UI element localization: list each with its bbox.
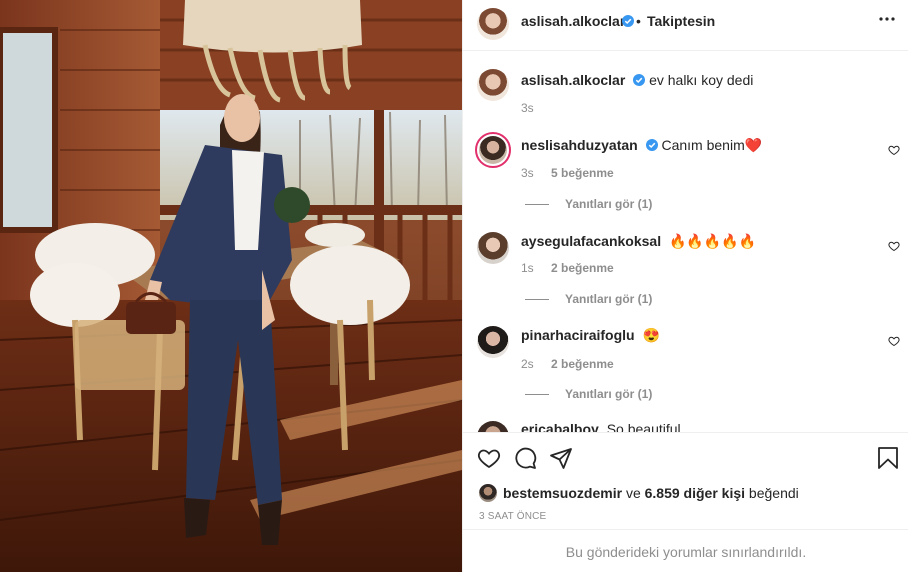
commenter-avatar[interactable]	[477, 326, 509, 358]
comment-time[interactable]: 1s	[521, 261, 534, 275]
comment-time[interactable]: 2s	[521, 357, 534, 371]
likes-connector: ve	[625, 485, 641, 501]
caption-username[interactable]: aslisah.alkoclar	[521, 72, 625, 88]
caption-text: ev halkı koy dedi	[649, 72, 754, 88]
replies-line	[525, 204, 549, 206]
comment-likes[interactable]: 2 beğenme	[551, 357, 614, 371]
header-separator: •	[636, 13, 641, 29]
comment-line: neslisahduzyatan Canım benim❤️	[521, 137, 762, 154]
likes-summary: bestemsuozdemir ve 6.859 diğer kişi beğe…	[503, 485, 799, 501]
liker-username[interactable]: bestemsuozdemir	[503, 485, 622, 501]
post-photo[interactable]	[0, 0, 462, 572]
comment-like-heart-icon[interactable]	[888, 144, 900, 156]
comment-username[interactable]: neslisahduzyatan	[521, 137, 638, 153]
comment-like-heart-icon[interactable]	[888, 240, 900, 252]
verified-badge-icon	[633, 74, 646, 86]
heart-icon[interactable]	[477, 446, 501, 470]
comments-limited-notice: Bu gönderideki yorumlar sınırlandırıldı.	[463, 529, 908, 572]
comment-likes[interactable]: 2 beğenme	[551, 261, 614, 275]
commenter-avatar[interactable]	[475, 132, 511, 168]
comment-text: 🔥🔥🔥🔥🔥	[668, 233, 757, 249]
comment-meta: 3s 5 beğenme	[521, 166, 614, 180]
comment-likes[interactable]: 5 beğenme	[551, 166, 614, 180]
liker-avatar[interactable]	[479, 484, 497, 502]
comment-line: aysegulafacankoksal 🔥🔥🔥🔥🔥	[521, 233, 756, 250]
owner-username[interactable]: aslisah.alkoclar	[521, 13, 625, 29]
comment-username[interactable]: aysegulafacankoksal	[521, 233, 661, 249]
likes-suffix: beğendi	[748, 485, 799, 501]
comment-meta: 1s 2 beğenme	[521, 261, 614, 275]
comment-icon[interactable]	[513, 446, 537, 470]
follow-status[interactable]: Takiptesin	[647, 13, 715, 29]
likes-count[interactable]: 6.859 diğer kişi	[645, 485, 745, 501]
caption-time[interactable]: 3s	[521, 101, 534, 115]
comment-text: 😍	[642, 327, 660, 343]
caption-line: aslisah.alkoclar ev halkı koy dedi	[521, 72, 753, 88]
post-header: aslisah.alkoclar • Takiptesin	[463, 0, 908, 51]
commenter-avatar[interactable]	[477, 232, 509, 264]
comment-meta: 2s 2 beğenme	[521, 357, 614, 371]
comments-list[interactable]: aslisah.alkoclar ev halkı koy dedi 3s ne…	[463, 52, 908, 432]
ellipsis-icon[interactable]	[879, 17, 895, 21]
view-replies-button[interactable]: Yanıtları gör (1)	[525, 197, 652, 211]
post-time[interactable]: 3 SAAT ÖNCE	[479, 511, 546, 522]
paper-plane-icon[interactable]	[549, 446, 573, 470]
caption-avatar[interactable]	[477, 69, 509, 101]
comment-text: Canım benim❤️	[661, 137, 763, 153]
replies-line	[525, 299, 549, 301]
view-replies-button[interactable]: Yanıtları gör (1)	[525, 387, 652, 401]
comment-text: So beautiful	[606, 421, 681, 432]
post-panel: aslisah.alkoclar • Takiptesin aslisah.al…	[462, 0, 908, 572]
comment-username[interactable]: ericabalboy	[521, 421, 599, 432]
verified-badge-icon	[645, 139, 658, 151]
owner-avatar[interactable]	[477, 8, 509, 40]
post-actions: bestemsuozdemir ve 6.859 diğer kişi beğe…	[463, 432, 908, 572]
bookmark-icon[interactable]	[877, 446, 899, 470]
commenter-avatar[interactable]	[477, 421, 509, 432]
comment-username[interactable]: pinarhaciraifoglu	[521, 327, 635, 343]
comment-time[interactable]: 3s	[521, 166, 534, 180]
verified-badge-icon	[622, 15, 634, 27]
comment-like-heart-icon[interactable]	[888, 335, 900, 347]
comment-line: ericabalboy So beautiful	[521, 421, 681, 432]
replies-line	[525, 394, 549, 396]
comment-line: pinarhaciraifoglu 😍	[521, 327, 660, 344]
view-replies-button[interactable]: Yanıtları gör (1)	[525, 292, 652, 306]
